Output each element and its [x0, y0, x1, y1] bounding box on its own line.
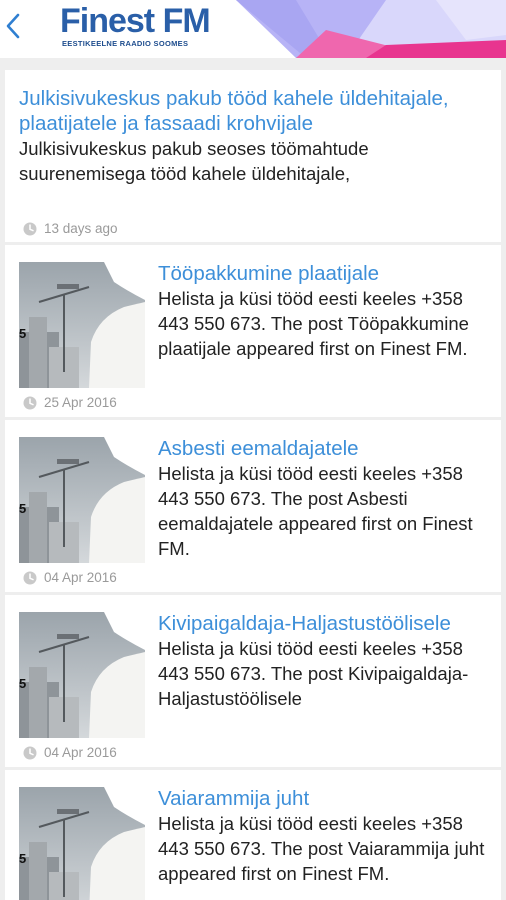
article-body: Tööpakkumine plaatijale Helista ja küsi …: [158, 261, 494, 361]
article-date: 13 days ago: [23, 221, 118, 237]
article-thumbnail: 5: [19, 612, 145, 738]
article-title[interactable]: Vaiarammija juht: [158, 786, 494, 811]
article-date-text: 25 Apr 2016: [44, 395, 117, 410]
article-excerpt: Helista ja küsi tööd eesti keeles +358 4…: [158, 288, 469, 359]
clock-icon: [23, 571, 37, 585]
finest-fm-logo: Finest FM EESTIKEELNE RAADIO SOOMES: [60, 2, 220, 52]
article-excerpt: Helista ja küsi tööd eesti keeles +358 4…: [158, 463, 473, 559]
app: Finest FM EESTIKEELNE RAADIO SOOMES Julk…: [0, 0, 506, 900]
article-title[interactable]: Julkisivukeskus pakub tööd kahele üldehi…: [19, 86, 489, 136]
article-thumbnail: 5: [19, 262, 145, 388]
chevron-left-icon: [6, 13, 20, 39]
article-excerpt: Helista ja küsi tööd eesti keeles +358 4…: [158, 813, 485, 884]
article-body: Asbesti eemaldajatele Helista ja küsi tö…: [158, 436, 494, 561]
article-date-text: 04 Apr 2016: [44, 570, 117, 585]
logo-text: Finest FM: [60, 2, 211, 40]
article-card[interactable]: 5 Kivipaigaldaja-Haljastustöölisele Heli…: [5, 595, 501, 767]
clock-icon: [23, 396, 37, 410]
article-card[interactable]: 5 Tööpakkumine plaatijale Helista ja küs…: [5, 245, 501, 417]
article-title[interactable]: Asbesti eemaldajatele: [158, 436, 494, 461]
back-button[interactable]: [0, 6, 26, 46]
article-body: Vaiarammija juht Helista ja küsi tööd ee…: [158, 786, 494, 886]
app-header: Finest FM EESTIKEELNE RAADIO SOOMES: [0, 0, 506, 58]
article-card-featured[interactable]: Julkisivukeskus pakub tööd kahele üldehi…: [5, 70, 501, 242]
logo-subtitle: EESTIKEELNE RAADIO SOOMES: [62, 39, 189, 48]
article-date-text: 13 days ago: [44, 221, 118, 236]
article-thumbnail: 5: [19, 787, 145, 900]
article-date: 04 Apr 2016: [23, 570, 117, 586]
clock-icon: [23, 222, 37, 236]
article-list: Julkisivukeskus pakub tööd kahele üldehi…: [5, 70, 501, 900]
article-body: Kivipaigaldaja-Haljastustöölisele Helist…: [158, 611, 494, 711]
svg-text:5: 5: [19, 676, 26, 691]
svg-text:5: 5: [19, 851, 26, 866]
article-title[interactable]: Tööpakkumine plaatijale: [158, 261, 494, 286]
article-card[interactable]: 5 Vaiarammija juht Helista ja küsi tööd …: [5, 770, 501, 900]
header-decoration: [236, 0, 506, 58]
svg-text:5: 5: [19, 326, 26, 341]
article-excerpt: Julkisivukeskus pakub seoses töömahtude …: [19, 138, 369, 184]
article-date-text: 04 Apr 2016: [44, 745, 117, 760]
article-date: 25 Apr 2016: [23, 395, 117, 411]
article-date: 04 Apr 2016: [23, 745, 117, 761]
article-card[interactable]: 5 Asbesti eemaldajatele Helista ja küsi …: [5, 420, 501, 592]
article-thumbnail: 5: [19, 437, 145, 563]
article-excerpt: Helista ja küsi tööd eesti keeles +358 4…: [158, 638, 469, 709]
clock-icon: [23, 746, 37, 760]
article-title[interactable]: Kivipaigaldaja-Haljastustöölisele: [158, 611, 494, 636]
svg-text:5: 5: [19, 501, 26, 516]
